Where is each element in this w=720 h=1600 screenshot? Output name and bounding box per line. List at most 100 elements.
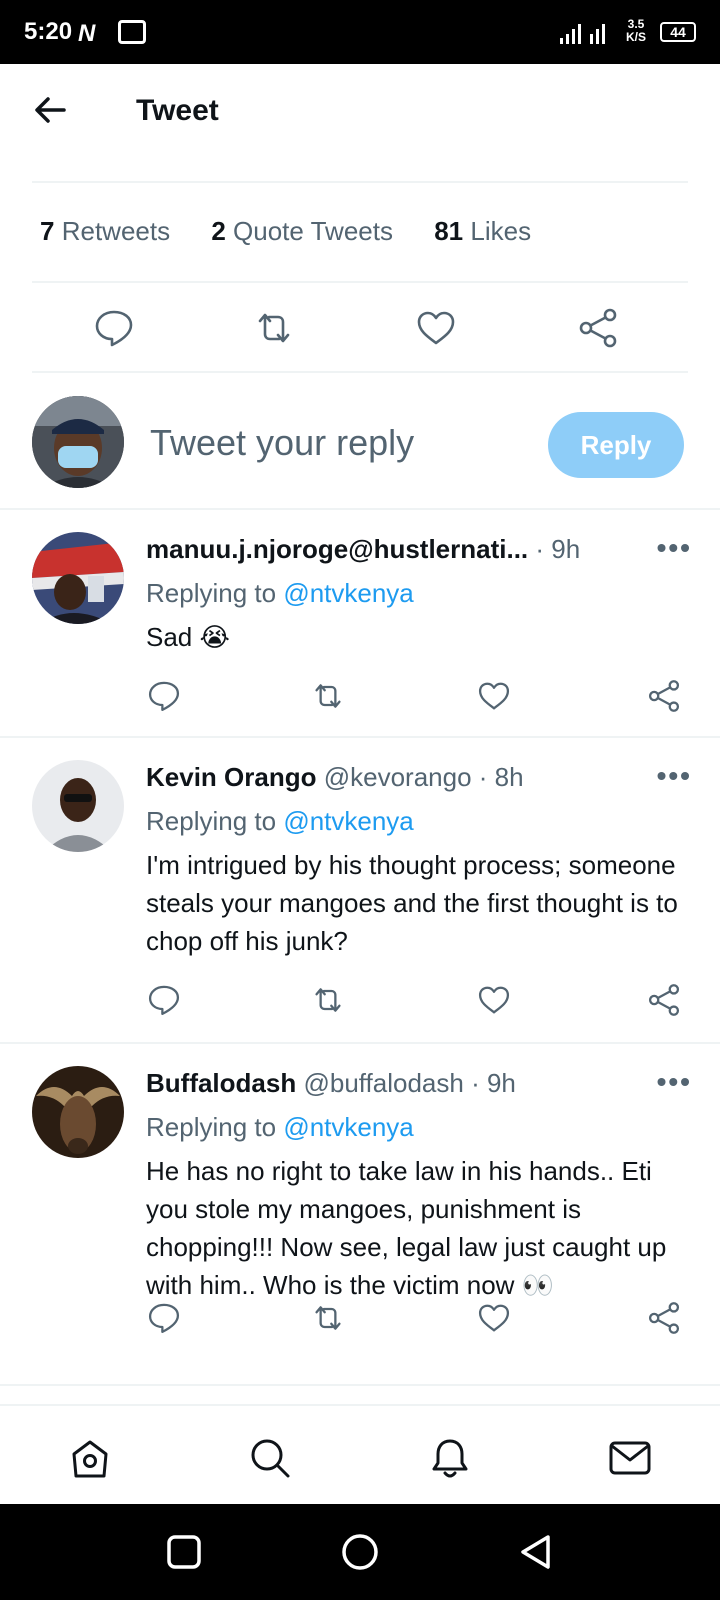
user-handle: @buffalodash — [303, 1068, 464, 1098]
tweet-action-bar — [32, 300, 688, 356]
heart-icon — [478, 682, 510, 710]
tweet-text: Sad 😭 — [146, 622, 230, 652]
triangle-back-icon — [521, 1535, 550, 1569]
home-icon — [72, 1440, 108, 1478]
replying-to: Replying to @ntvkenya — [146, 1112, 414, 1142]
mention-link[interactable]: @ntvkenya — [283, 1112, 413, 1142]
retweet-icon — [315, 684, 341, 708]
message-notification-icon — [118, 20, 146, 44]
share-action-button[interactable] — [646, 1300, 682, 1336]
display-name[interactable]: Buffalodash — [146, 1068, 296, 1098]
tweet-time: · 9h — [471, 1068, 516, 1098]
arrow-left-icon — [35, 97, 66, 123]
battery-icon: 44 — [660, 22, 696, 42]
comment-icon — [148, 1303, 180, 1334]
quote-tweets-stat[interactable]: 2 Quote Tweets — [211, 216, 393, 246]
divider — [32, 281, 688, 283]
retweet-action-button[interactable] — [310, 678, 346, 714]
avatar[interactable] — [32, 532, 124, 624]
share-icon — [648, 680, 680, 712]
my-avatar[interactable] — [32, 396, 124, 488]
comment-icon — [148, 681, 180, 712]
nav-home[interactable] — [68, 1436, 112, 1480]
nav-search[interactable] — [248, 1436, 292, 1480]
search-icon — [251, 1439, 290, 1478]
share-action-button[interactable] — [646, 982, 682, 1018]
mention-link[interactable]: @ntvkenya — [283, 806, 413, 836]
reply-tweet[interactable]: manuu.j.njoroge@hustlernati... · 9h ••• … — [0, 510, 720, 736]
more-options-icon[interactable]: ••• — [657, 532, 692, 564]
user-handle: @kevorango — [323, 762, 472, 792]
share-icon — [648, 984, 680, 1016]
bell-icon — [432, 1439, 468, 1478]
comment-icon — [148, 985, 180, 1016]
avatar-image — [32, 532, 124, 624]
retweet-icon — [258, 313, 290, 343]
mail-icon — [609, 1441, 651, 1475]
comment-icon — [95, 310, 133, 347]
page-title: Tweet — [136, 94, 219, 127]
recents-button[interactable] — [164, 1532, 204, 1572]
avatar[interactable] — [32, 1066, 124, 1158]
status-time: 5:20 — [24, 18, 73, 45]
avatar-image — [32, 760, 124, 852]
divider — [0, 1384, 720, 1386]
tweet-stats: 7 Retweets 2 Quote Tweets 81 Likes — [40, 216, 565, 247]
like-action-button[interactable] — [414, 306, 458, 350]
reply-button[interactable]: Reply — [548, 412, 684, 478]
reply-action-button[interactable] — [146, 678, 182, 714]
tweet-action-bar — [146, 982, 692, 1022]
retweet-icon — [315, 988, 341, 1012]
more-options-icon[interactable]: ••• — [657, 1066, 692, 1098]
avatar[interactable] — [32, 760, 124, 852]
avatar-image — [32, 1066, 124, 1158]
display-name[interactable]: Kevin Orango — [146, 762, 316, 792]
nav-notifications[interactable] — [428, 1436, 472, 1480]
replying-to: Replying to @ntvkenya — [146, 578, 414, 608]
reply-action-button[interactable] — [146, 1300, 182, 1336]
tweet-action-bar — [146, 1300, 692, 1340]
reply-composer: Tweet your reply Reply — [0, 370, 720, 510]
retweets-stat[interactable]: 7 Retweets — [40, 216, 170, 246]
divider — [32, 181, 688, 183]
heart-icon — [417, 311, 455, 345]
replying-to: Replying to @ntvkenya — [146, 806, 414, 836]
retweet-action-button[interactable] — [310, 982, 346, 1018]
tweet-text: I'm intrigued by his thought process; so… — [146, 850, 678, 956]
like-action-button[interactable] — [476, 678, 512, 714]
reply-action-button[interactable] — [146, 982, 182, 1018]
share-icon — [579, 308, 617, 348]
heart-icon — [478, 1304, 510, 1332]
tweet-action-bar — [146, 678, 692, 718]
bottom-navigation — [0, 1404, 720, 1504]
nav-messages[interactable] — [608, 1436, 652, 1480]
more-options-icon[interactable]: ••• — [657, 760, 692, 792]
share-action-button[interactable] — [576, 306, 620, 350]
back-button[interactable] — [30, 90, 70, 130]
system-navigation — [0, 1504, 720, 1600]
display-name[interactable]: manuu.j.njoroge@hustlernati... — [146, 534, 528, 564]
netflix-notification-icon: N — [78, 20, 96, 47]
reply-tweet[interactable]: Kevin Orango @kevorango · 8h ••• Replyin… — [0, 738, 720, 1042]
back-nav-button[interactable] — [516, 1532, 556, 1572]
retweet-icon — [315, 1306, 341, 1330]
like-action-button[interactable] — [476, 982, 512, 1018]
reply-input[interactable]: Tweet your reply — [150, 422, 414, 464]
likes-stat[interactable]: 81 Likes — [434, 216, 531, 246]
status-bar: 5:20 N 3.5 K/S 44 — [0, 0, 720, 64]
square-icon — [167, 1535, 201, 1569]
retweet-action-button[interactable] — [310, 1300, 346, 1336]
reply-action-button[interactable] — [92, 306, 136, 350]
home-button[interactable] — [340, 1532, 380, 1572]
share-icon — [648, 1302, 680, 1334]
tweet-time: · 9h — [535, 534, 581, 564]
mention-link[interactable]: @ntvkenya — [283, 578, 413, 608]
tweet-text: He has no right to take law in his hands… — [146, 1156, 667, 1300]
like-action-button[interactable] — [476, 1300, 512, 1336]
retweet-action-button[interactable] — [252, 306, 296, 350]
tweet-time: · 8h — [478, 762, 524, 792]
share-action-button[interactable] — [646, 678, 682, 714]
circle-icon — [342, 1534, 378, 1570]
signal-icon — [560, 24, 605, 44]
reply-tweet[interactable]: Buffalodash @buffalodash · 9h ••• Replyi… — [0, 1044, 720, 1386]
